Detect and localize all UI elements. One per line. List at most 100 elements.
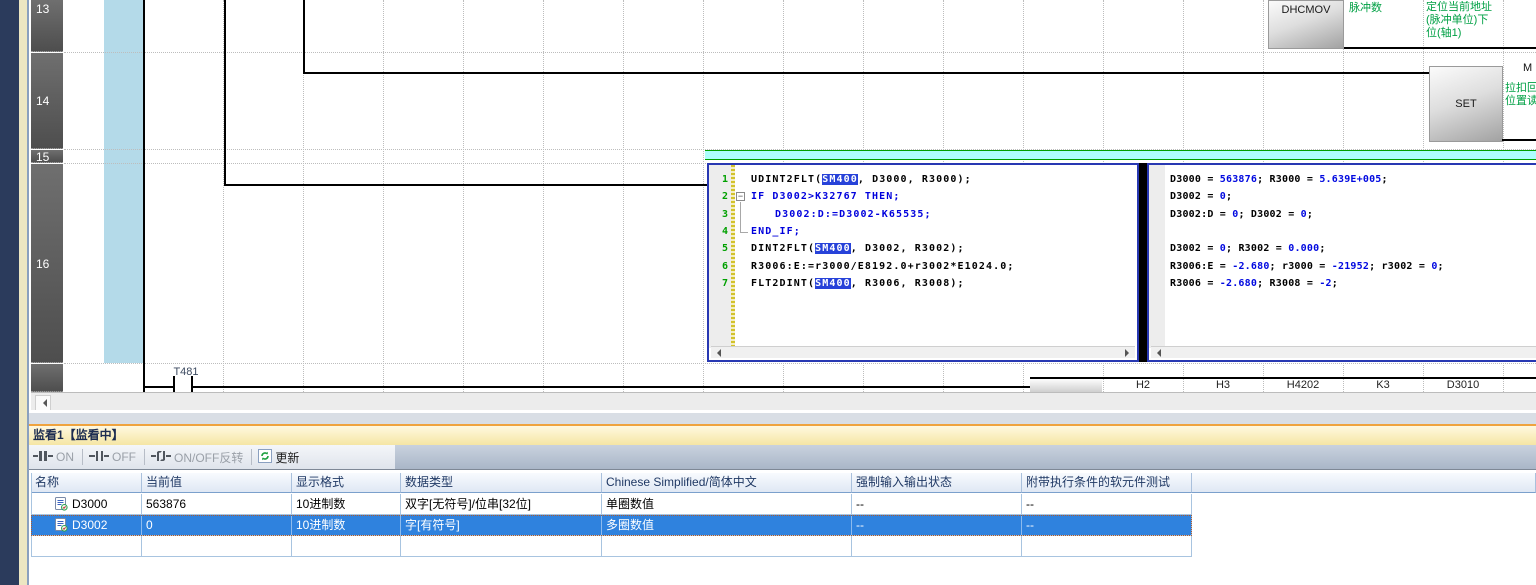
st-code-editor[interactable]: 1234567 UDINT2FLT(SM400, D3000, R3000);I… (707, 163, 1139, 362)
st-line-number: 5 (709, 243, 728, 254)
collapse-connector (740, 202, 741, 232)
st-selected-token: SM400 (815, 278, 851, 289)
bottom-operand-label[interactable]: H3 (1183, 379, 1263, 391)
st-code-line[interactable]: DINT2FLT(SM400, D3002, R3002); (751, 243, 965, 254)
cell-name[interactable]: D3002 (31, 515, 142, 536)
cell-format[interactable]: 10进制数 (292, 515, 401, 536)
cell-format[interactable] (292, 536, 401, 557)
watch-row-d3002[interactable]: D3002010进制数字[有符号]多圈数值---- (31, 515, 1192, 536)
column-header-4[interactable]: Chinese Simplified/简体中文 (602, 473, 852, 493)
st-results-hscrollbar[interactable] (1151, 346, 1536, 358)
set-operand-label[interactable]: M (1523, 62, 1532, 74)
st-result-line: R3006 = -2.680; R3008 = -2; (1170, 278, 1338, 289)
column-header-0[interactable]: 名称 (31, 473, 142, 493)
st-pane-splitter[interactable] (1139, 163, 1147, 362)
column-header-2[interactable]: 显示格式 (292, 473, 401, 493)
watch-row-empty[interactable] (31, 536, 1192, 557)
bottom-operand-label[interactable]: H4202 (1263, 379, 1343, 391)
column-header-filler (1192, 473, 1536, 493)
st-code-segment: END_IF; (751, 226, 801, 237)
cell-name[interactable]: D3000 (31, 494, 142, 515)
cell-test[interactable] (1022, 536, 1192, 557)
st-monitor-results-pane[interactable]: D3000 = 563876; R3000 = 5.639E+005;D3002… (1147, 163, 1536, 362)
cell-test[interactable]: -- (1022, 494, 1192, 515)
bottom-operand-label[interactable]: D3010 (1423, 379, 1503, 391)
cell-comment[interactable] (602, 536, 852, 557)
cell-comment[interactable]: 单圈数值 (602, 494, 852, 515)
results-left-margin (1149, 165, 1165, 348)
st-code-line[interactable]: IF D3002>K32767 THEN; (751, 191, 901, 202)
set-comment-line: 拉扣回 (1505, 82, 1536, 95)
ladder-editor[interactable]: 13141516 DHCMOV 脉冲数 定位当前地址(脉冲单位)下位(轴1) S… (29, 0, 1536, 420)
bottom-operand-label[interactable]: H2 (1103, 379, 1183, 391)
st-code-line[interactable]: UDINT2FLT(SM400, D3000, R3000); (751, 174, 972, 185)
rung-number-15[interactable]: 15 (31, 150, 63, 163)
scroll-left-button[interactable] (35, 395, 51, 411)
toolbar-button-on-off-[interactable]: ON/OFF反转 (151, 449, 243, 466)
set-comment-line: 位置读 (1505, 95, 1536, 108)
cell-type[interactable] (401, 536, 602, 557)
rung-number-blank[interactable] (31, 364, 63, 392)
dhcmov-operand2-comment-line: 定位当前地址 (1426, 1, 1536, 14)
cell-comment[interactable]: 多圈数值 (602, 515, 852, 536)
cell-force[interactable]: -- (852, 515, 1022, 536)
toolbar-button-label: ON (56, 450, 74, 464)
st-box-header-bar[interactable] (705, 150, 1536, 160)
watch-panel-titlebar[interactable]: 监看1【监看中】 (29, 426, 1536, 445)
st-code-line[interactable]: FLT2DINT(SM400, R3006, R3008); (751, 278, 965, 289)
st-line-number: 6 (709, 261, 728, 272)
monitor-device: ; D3002 = (1238, 209, 1300, 220)
bottom-operand-label[interactable]: M (1503, 379, 1536, 391)
st-line-number: 4 (709, 226, 728, 237)
monitor-value: -2.680 (1232, 261, 1269, 272)
bottom-operand-label[interactable]: K3 (1343, 379, 1423, 391)
grid-vline (703, 0, 705, 392)
watch-row-d3000[interactable]: D300056387610进制数双字[无符号]/位串[32位]单圈数值---- (31, 494, 1192, 515)
ladder-hscrollbar[interactable] (31, 392, 1536, 410)
cell-type[interactable]: 字[有符号] (401, 515, 602, 536)
dhcmov-instruction-block[interactable]: DHCMOV (1268, 0, 1344, 49)
watch-toolbar-strip: ON OFF ON/OFF反转更新 (29, 445, 395, 469)
bottom-instruction-block[interactable] (1030, 379, 1102, 392)
cell-name[interactable] (31, 536, 142, 557)
cell-test[interactable]: -- (1022, 515, 1192, 536)
st-selected-token: SM400 (815, 243, 851, 254)
st-code-line[interactable]: D3002:D:=D3002-K65535; (751, 209, 932, 220)
collapse-minus-box[interactable]: − (736, 192, 745, 201)
st-code-line[interactable]: R3006:E:=r3000/E8192.0+r3002*E1024.0; (751, 261, 1014, 272)
scroll-left-icon[interactable] (1153, 349, 1161, 357)
toolbar-button-on[interactable]: ON (33, 450, 74, 465)
t481-contact-right-leg[interactable] (191, 376, 193, 393)
cell-value[interactable]: 0 (142, 515, 292, 536)
set-instruction-block[interactable]: SET (1429, 66, 1503, 142)
monitor-value: 0.000 (1288, 243, 1319, 254)
rung-number-14[interactable]: 14 (31, 53, 63, 149)
cell-type[interactable]: 双字[无符号]/位串[32位] (401, 494, 602, 515)
toolbar-button--[interactable]: 更新 (258, 449, 299, 466)
toolbar-separator (82, 449, 83, 465)
rung-number-13[interactable]: 13 (31, 0, 63, 52)
st-editor-hscrollbar[interactable] (711, 346, 1135, 358)
window-left-frame (0, 0, 19, 585)
monitor-device: ; (1307, 209, 1313, 220)
rung-number-label: 14 (36, 94, 49, 108)
column-header-6[interactable]: 附带执行条件的软元件测试 (1022, 473, 1192, 493)
column-header-5[interactable]: 强制输入输出状态 (852, 473, 1022, 493)
cell-value[interactable] (142, 536, 292, 557)
monitor-device: R3006 = (1170, 278, 1220, 289)
scroll-right-icon[interactable] (1125, 349, 1133, 357)
column-header-1[interactable]: 当前值 (142, 473, 292, 493)
window-left-accent (19, 0, 27, 585)
st-line-number: 1 (709, 174, 728, 185)
cell-format[interactable]: 10进制数 (292, 494, 401, 515)
cell-force[interactable] (852, 536, 1022, 557)
toolbar-button-off[interactable]: OFF (89, 450, 136, 465)
cell-value[interactable]: 563876 (142, 494, 292, 515)
scroll-left-icon[interactable] (713, 349, 721, 357)
column-header-3[interactable]: 数据类型 (401, 473, 602, 493)
contact-toggle-icon (151, 450, 171, 465)
rung-number-16[interactable]: 16 (31, 164, 63, 363)
st-code-line[interactable]: END_IF; (751, 226, 801, 237)
t481-contact-left-leg[interactable] (173, 376, 175, 393)
cell-force[interactable]: -- (852, 494, 1022, 515)
